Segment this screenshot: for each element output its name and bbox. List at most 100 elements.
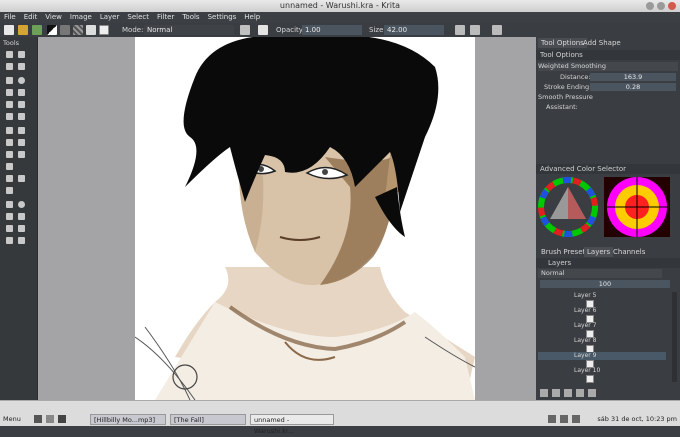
layer-item-5[interactable]: Layer 5 (538, 292, 666, 300)
volume-icon[interactable] (560, 415, 568, 423)
tab-add-shape[interactable]: Add Shape (580, 38, 624, 48)
files-icon[interactable] (46, 415, 54, 423)
size-slider[interactable]: 42.00 (384, 25, 444, 35)
menu-file[interactable]: File (0, 12, 20, 22)
color-selector-widget[interactable] (538, 175, 678, 239)
layer-item-6[interactable]: Layer 6 (538, 307, 666, 315)
measure-tool-icon[interactable] (18, 127, 25, 134)
open-folder-icon[interactable] (18, 25, 28, 35)
gradient-tool-icon[interactable] (18, 113, 25, 120)
stroke-ending-slider[interactable]: 0.28 (590, 83, 676, 91)
delete-layer-icon[interactable] (588, 389, 596, 397)
mirror-vertical-icon[interactable] (470, 25, 480, 35)
taskbar-item-the-fall[interactable]: [The Fall] (170, 414, 246, 425)
distance-label: Distance: (560, 73, 591, 81)
workspace-icon[interactable] (492, 25, 502, 35)
alpha-lock-icon[interactable] (258, 25, 268, 35)
gradient-icon[interactable] (60, 25, 70, 35)
tab-channels[interactable]: Channels (610, 247, 648, 257)
line-tool-icon[interactable] (18, 139, 25, 146)
brush-preset-icon[interactable] (86, 25, 96, 35)
brush-settings-icon[interactable] (99, 25, 109, 35)
network-icon[interactable] (548, 415, 556, 423)
crop-tool-icon[interactable] (6, 113, 13, 120)
edit-shapes-tool-icon[interactable] (6, 63, 13, 70)
smart-patch-tool-icon[interactable] (18, 175, 25, 182)
tool-options-header: Tool Options (536, 50, 680, 60)
move-layer-down-icon[interactable] (576, 389, 584, 397)
app-launcher-icon[interactable] (58, 415, 66, 423)
reset-icon[interactable] (240, 25, 250, 35)
straight-line-tool-icon[interactable] (6, 175, 13, 182)
rectangle-tool-icon[interactable] (6, 77, 13, 84)
outline-selection-tool-icon[interactable] (18, 213, 25, 220)
drawing-canvas[interactable] (135, 37, 475, 400)
similar-selection-tool-icon[interactable] (18, 225, 25, 232)
save-icon[interactable] (32, 25, 42, 35)
layer-blend-mode-select[interactable]: Normal (538, 269, 662, 278)
multibrush-tool-icon[interactable] (6, 163, 13, 170)
grid-tool-icon[interactable] (6, 187, 13, 194)
stroke-ending-row: Stroke Ending: 0.28 (538, 83, 678, 92)
title-bar: unnamed - Warushi.kra - Krita (0, 0, 680, 12)
move-tool-icon[interactable] (18, 101, 25, 108)
distance-slider[interactable]: 163.9 (590, 73, 676, 81)
assistant-row[interactable]: Assistant: (538, 103, 678, 112)
taskbar-item-music[interactable]: [Hillbilly Mo...mp3] (90, 414, 166, 425)
transform-tool-icon[interactable] (6, 101, 13, 108)
menu-image[interactable]: Image (66, 12, 96, 22)
duplicate-layer-icon[interactable] (552, 389, 560, 397)
menu-filter[interactable]: Filter (153, 12, 178, 22)
freehand-path-tool-icon[interactable] (18, 89, 25, 96)
toolbar: Mode: Normal Opacity: 1.00 Size: 42.00 (0, 23, 680, 38)
fill-tool-icon[interactable] (6, 151, 13, 158)
close-button[interactable] (668, 2, 676, 10)
layer-opacity-slider[interactable]: 100 (540, 280, 670, 288)
menu-settings[interactable]: Settings (204, 12, 241, 22)
layers-header: Layers (536, 258, 680, 268)
contiguous-selection-tool-icon[interactable] (6, 225, 13, 232)
elliptical-selection-tool-icon[interactable] (18, 201, 25, 208)
menu-select[interactable]: Select (123, 12, 153, 22)
color-swap-icon[interactable] (47, 25, 57, 35)
layer-name: Layer 9 (574, 352, 597, 359)
calligraphy-tool-icon[interactable] (18, 63, 25, 70)
maximize-button[interactable] (657, 2, 665, 10)
color-picker-tool-icon[interactable] (18, 151, 25, 158)
layer-item-7[interactable]: Layer 7 (538, 322, 666, 330)
layer-item-8[interactable]: Layer 8 (538, 337, 666, 345)
ellipse-tool-icon[interactable] (18, 77, 25, 84)
start-menu-button[interactable]: Menu (3, 415, 21, 423)
rectangular-selection-tool-icon[interactable] (6, 201, 13, 208)
new-document-icon[interactable] (4, 25, 14, 35)
polygon-tool-icon[interactable] (6, 89, 13, 96)
select-shapes-tool-icon[interactable] (6, 51, 13, 58)
blend-mode-select[interactable]: Normal (144, 25, 234, 35)
layer-item-9[interactable]: Layer 9 (538, 352, 666, 360)
freehand-brush-tool-icon[interactable] (6, 139, 13, 146)
minimize-button[interactable] (646, 2, 654, 10)
terminal-icon[interactable] (34, 415, 42, 423)
layers-scrollbar[interactable] (672, 292, 677, 382)
smoothing-select[interactable]: Weighted Smoothing (538, 62, 678, 71)
layer-item-10[interactable]: Layer 10 (538, 367, 666, 375)
menu-view[interactable]: View (41, 12, 66, 22)
polygonal-selection-tool-icon[interactable] (6, 213, 13, 220)
assistant-tool-icon[interactable] (6, 127, 13, 134)
mirror-horizontal-icon[interactable] (455, 25, 465, 35)
menu-edit[interactable]: Edit (20, 12, 42, 22)
zoom-tool-icon[interactable] (6, 237, 13, 244)
menu-tools[interactable]: Tools (178, 12, 203, 22)
pan-tool-icon[interactable] (18, 237, 25, 244)
tab-layers[interactable]: Layers (584, 247, 614, 257)
opacity-slider[interactable]: 1.00 (302, 25, 362, 35)
text-tool-icon[interactable] (18, 51, 25, 58)
menu-layer[interactable]: Layer (96, 12, 124, 22)
move-layer-up-icon[interactable] (564, 389, 572, 397)
battery-icon[interactable] (572, 415, 580, 423)
smooth-pressure-row[interactable]: Smooth Pressure (538, 93, 678, 102)
taskbar-item-krita[interactable]: unnamed - Warushi.kr... (250, 414, 334, 435)
menu-help[interactable]: Help (240, 12, 264, 22)
add-layer-icon[interactable] (540, 389, 548, 397)
pattern-icon[interactable] (73, 25, 83, 35)
